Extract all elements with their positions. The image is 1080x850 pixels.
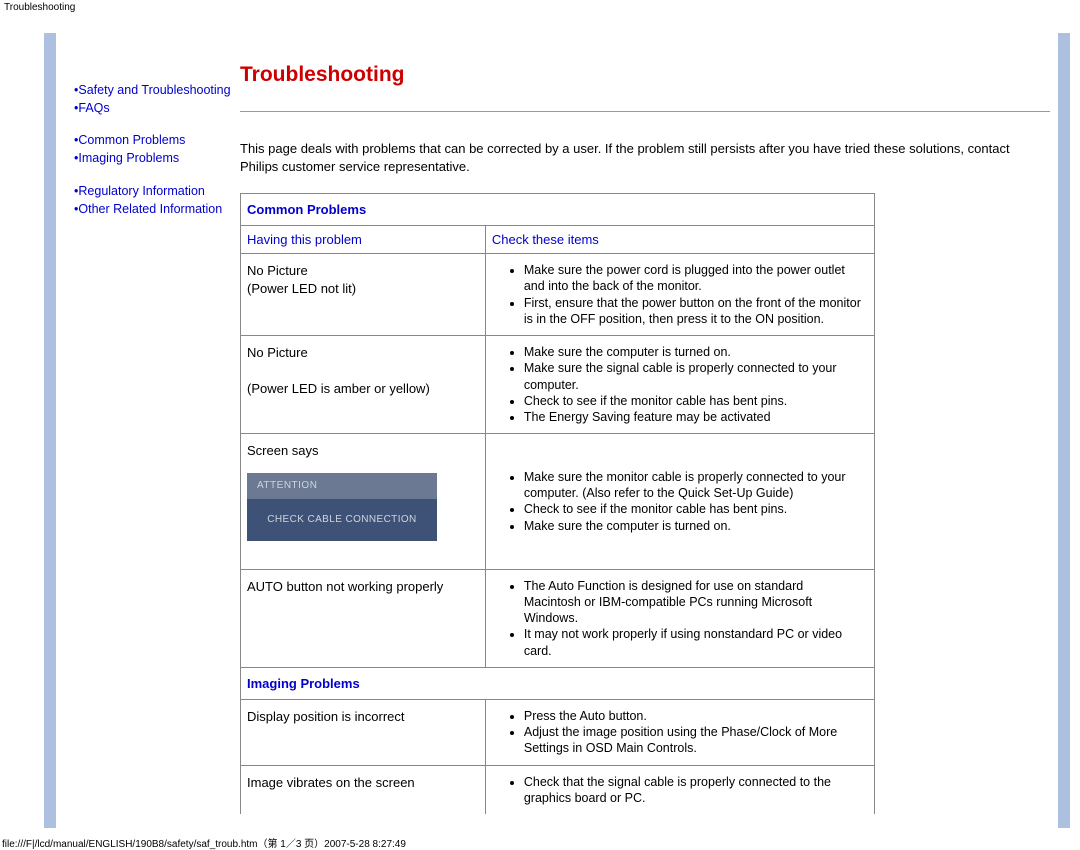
problem-cell: Display position is incorrect <box>247 708 479 726</box>
list-item: Make sure the monitor cable is properly … <box>524 469 862 502</box>
check-list: Press the Auto button. Adjust the image … <box>524 708 868 757</box>
sidebar-link-regulatory[interactable]: Regulatory Information <box>78 184 204 198</box>
col-header-checks: Check these items <box>485 226 874 254</box>
sidebar-link-safety[interactable]: Safety and Troubleshooting <box>78 83 230 97</box>
problem-subtext: (Power LED is amber or yellow) <box>247 381 430 396</box>
problem-cell: Screen says ATTENTION CHECK CABLE CONNEC… <box>247 442 479 540</box>
column-headers: Having this problem Check these items <box>241 226 875 254</box>
table-row: No Picture (Power LED not lit) Make sure… <box>241 254 875 336</box>
check-list: The Auto Function is designed for use on… <box>524 578 868 659</box>
table-row: Display position is incorrect Press the … <box>241 699 875 765</box>
title-divider <box>240 111 1050 112</box>
list-item: It may not work properly if using nonsta… <box>524 626 862 659</box>
list-item: Adjust the image position using the Phas… <box>524 724 862 757</box>
col-header-problem: Having this problem <box>241 226 486 254</box>
attention-title: ATTENTION <box>247 473 437 499</box>
check-list: Make sure the computer is turned on. Mak… <box>524 344 868 425</box>
page-title: Troubleshooting <box>240 63 1050 87</box>
main-content: Troubleshooting This page deals with pro… <box>240 63 1050 814</box>
attention-body: CHECK CABLE CONNECTION <box>247 499 437 541</box>
problem-cell: Image vibrates on the screen <box>247 774 479 792</box>
problem-text: Display position is incorrect <box>247 709 405 724</box>
problem-text: AUTO button not working properly <box>247 579 443 594</box>
footer-path: file:///F|/lcd/manual/ENGLISH/190B8/safe… <box>2 835 406 850</box>
right-decor-bar <box>1058 33 1070 828</box>
list-item: The Energy Saving feature may be activat… <box>524 409 862 425</box>
top-path-label: Troubleshooting <box>0 0 1080 15</box>
problem-text: Screen says <box>247 443 319 458</box>
section-title-imaging: Imaging Problems <box>241 667 875 699</box>
table-row: No Picture (Power LED is amber or yellow… <box>241 336 875 434</box>
problem-cell: No Picture (Power LED is amber or yellow… <box>247 344 479 399</box>
problem-subtext: (Power LED not lit) <box>247 281 356 296</box>
sidebar-nav: •Safety and Troubleshooting •FAQs •Commo… <box>74 81 234 218</box>
section-header-common: Common Problems <box>241 194 875 226</box>
check-list: Make sure the power cord is plugged into… <box>524 262 868 327</box>
list-item: Press the Auto button. <box>524 708 862 724</box>
troubleshooting-table: Common Problems Having this problem Chec… <box>240 193 875 814</box>
problem-cell: AUTO button not working properly <box>247 578 479 596</box>
check-list: Check that the signal cable is properly … <box>524 774 868 807</box>
list-item: Make sure the power cord is plugged into… <box>524 262 862 295</box>
list-item: Make sure the signal cable is properly c… <box>524 360 862 393</box>
list-item: First, ensure that the power button on t… <box>524 295 862 328</box>
list-item: Make sure the computer is turned on. <box>524 518 862 534</box>
table-row: Screen says ATTENTION CHECK CABLE CONNEC… <box>241 434 875 569</box>
problem-text: Image vibrates on the screen <box>247 775 415 790</box>
problem-text: No Picture <box>247 345 308 360</box>
sidebar-link-other-related[interactable]: Other Related Information <box>78 202 222 216</box>
section-title-common: Common Problems <box>241 194 875 226</box>
section-header-imaging: Imaging Problems <box>241 667 875 699</box>
list-item: Make sure the computer is turned on. <box>524 344 862 360</box>
intro-paragraph: This page deals with problems that can b… <box>240 140 1050 175</box>
table-row: AUTO button not working properly The Aut… <box>241 569 875 667</box>
list-item: Check that the signal cable is properly … <box>524 774 862 807</box>
list-item: Check to see if the monitor cable has be… <box>524 501 862 517</box>
sidebar-link-common-problems[interactable]: Common Problems <box>78 133 185 147</box>
table-row: Image vibrates on the screen Check that … <box>241 765 875 814</box>
list-item: The Auto Function is designed for use on… <box>524 578 862 627</box>
check-list: Make sure the monitor cable is properly … <box>524 469 868 534</box>
sidebar-link-faqs[interactable]: FAQs <box>78 101 109 115</box>
sidebar-link-imaging-problems[interactable]: Imaging Problems <box>78 151 179 165</box>
attention-box: ATTENTION CHECK CABLE CONNECTION <box>247 473 437 541</box>
list-item: Check to see if the monitor cable has be… <box>524 393 862 409</box>
problem-cell: No Picture (Power LED not lit) <box>247 262 479 298</box>
left-decor-bar <box>44 33 56 828</box>
problem-text: No Picture <box>247 263 308 278</box>
